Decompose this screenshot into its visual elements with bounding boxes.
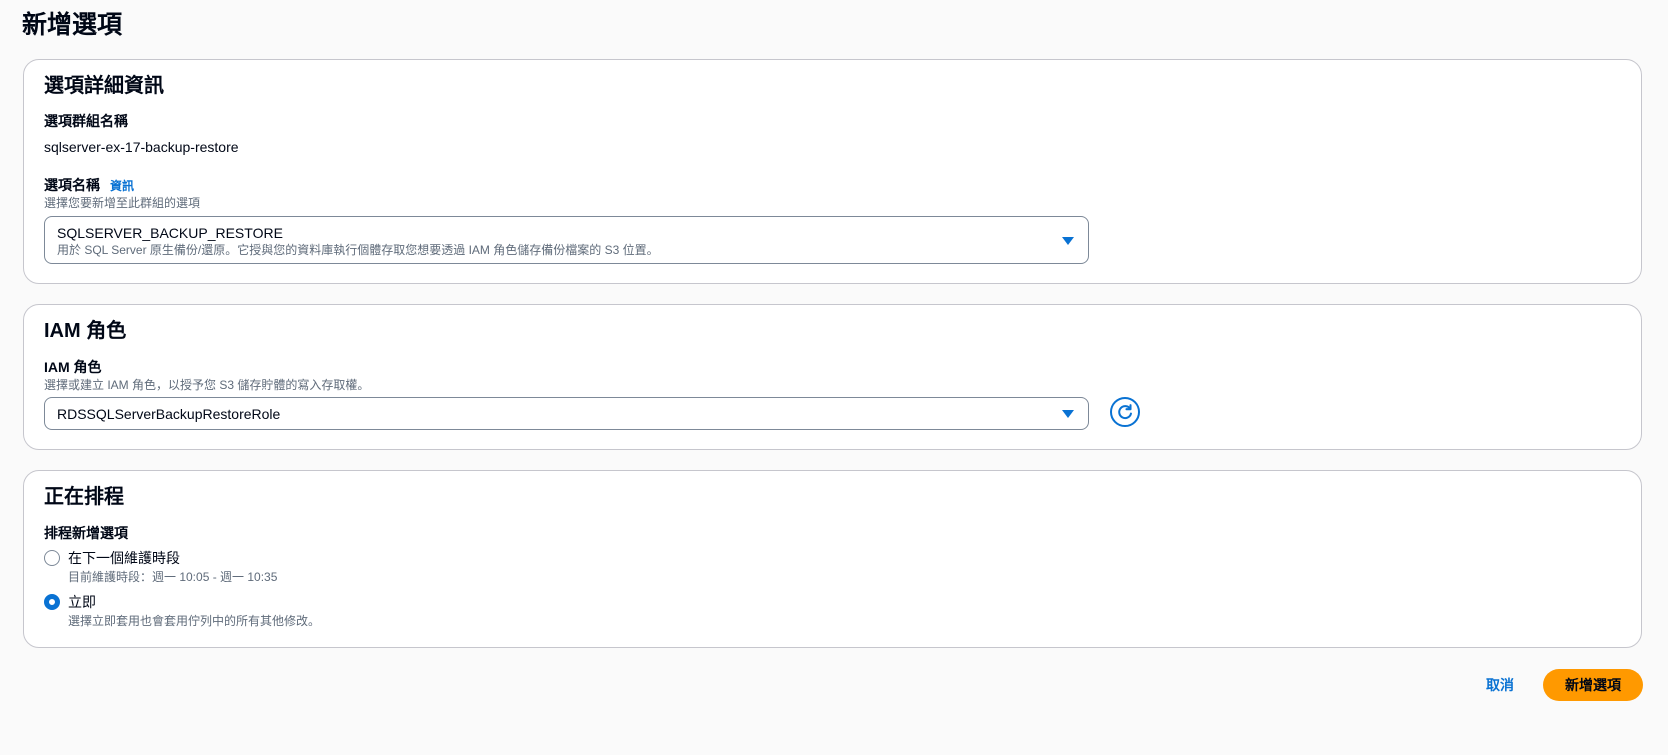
iam-role-description: 選擇或建立 IAM 角色，以授予您 S3 儲存貯體的寫入存取權。 bbox=[44, 378, 370, 392]
iam-role-panel: IAM 角色 IAM 角色 選擇或建立 IAM 角色，以授予您 S3 儲存貯體的… bbox=[23, 304, 1642, 450]
refresh-icon bbox=[1118, 404, 1132, 420]
scheduling-title: 正在排程 bbox=[44, 486, 124, 508]
option-details-title: 選項詳細資訊 bbox=[44, 75, 164, 97]
add-option-button[interactable]: 新增選項 bbox=[1543, 669, 1643, 701]
iam-role-label: IAM 角色 bbox=[44, 359, 102, 375]
iam-role-selected-value: RDSSQLServerBackupRestoreRole bbox=[57, 406, 281, 422]
option-group-value: sqlserver-ex-17-backup-restore bbox=[44, 139, 239, 155]
iam-role-title: IAM 角色 bbox=[44, 320, 127, 342]
schedule-label: 排程新增選項 bbox=[44, 525, 128, 541]
option-name-description: 選擇您要新增至此群組的選項 bbox=[44, 196, 201, 210]
option-name-label-text: 選項名稱 bbox=[44, 177, 100, 193]
caret-down-icon bbox=[1062, 410, 1074, 418]
info-link[interactable]: 資訊 bbox=[110, 179, 134, 193]
page-title: 新增選項 bbox=[22, 11, 123, 39]
radio-button-unselected[interactable] bbox=[44, 550, 60, 566]
caret-down-icon bbox=[1062, 237, 1074, 245]
radio-description: 選擇立即套用也會套用佇列中的所有其他修改。 bbox=[68, 614, 321, 628]
option-name-selected-value: SQLSERVER_BACKUP_RESTORE bbox=[57, 225, 283, 241]
option-name-label: 選項名稱 資訊 bbox=[44, 176, 134, 195]
option-name-select[interactable]: SQLSERVER_BACKUP_RESTORE 用於 SQL Server 原… bbox=[44, 216, 1089, 264]
cancel-button[interactable]: 取消 bbox=[1476, 670, 1524, 700]
radio-description: 目前維護時段：週一 10:05 - 週一 10:35 bbox=[68, 570, 278, 584]
radio-label: 在下一個維護時段 bbox=[68, 550, 180, 566]
iam-role-select[interactable]: RDSSQLServerBackupRestoreRole bbox=[44, 397, 1089, 430]
radio-button-selected[interactable] bbox=[44, 594, 60, 610]
radio-label: 立即 bbox=[68, 594, 96, 610]
refresh-button[interactable] bbox=[1110, 397, 1140, 427]
option-details-panel: 選項詳細資訊 選項群組名稱 sqlserver-ex-17-backup-res… bbox=[23, 59, 1642, 284]
scheduling-panel: 正在排程 排程新增選項 在下一個維護時段 目前維護時段：週一 10:05 - 週… bbox=[23, 470, 1642, 648]
option-group-label: 選項群組名稱 bbox=[44, 113, 128, 129]
option-name-selected-description: 用於 SQL Server 原生備份/還原。它授與您的資料庫執行個體存取您想要透… bbox=[57, 243, 659, 257]
